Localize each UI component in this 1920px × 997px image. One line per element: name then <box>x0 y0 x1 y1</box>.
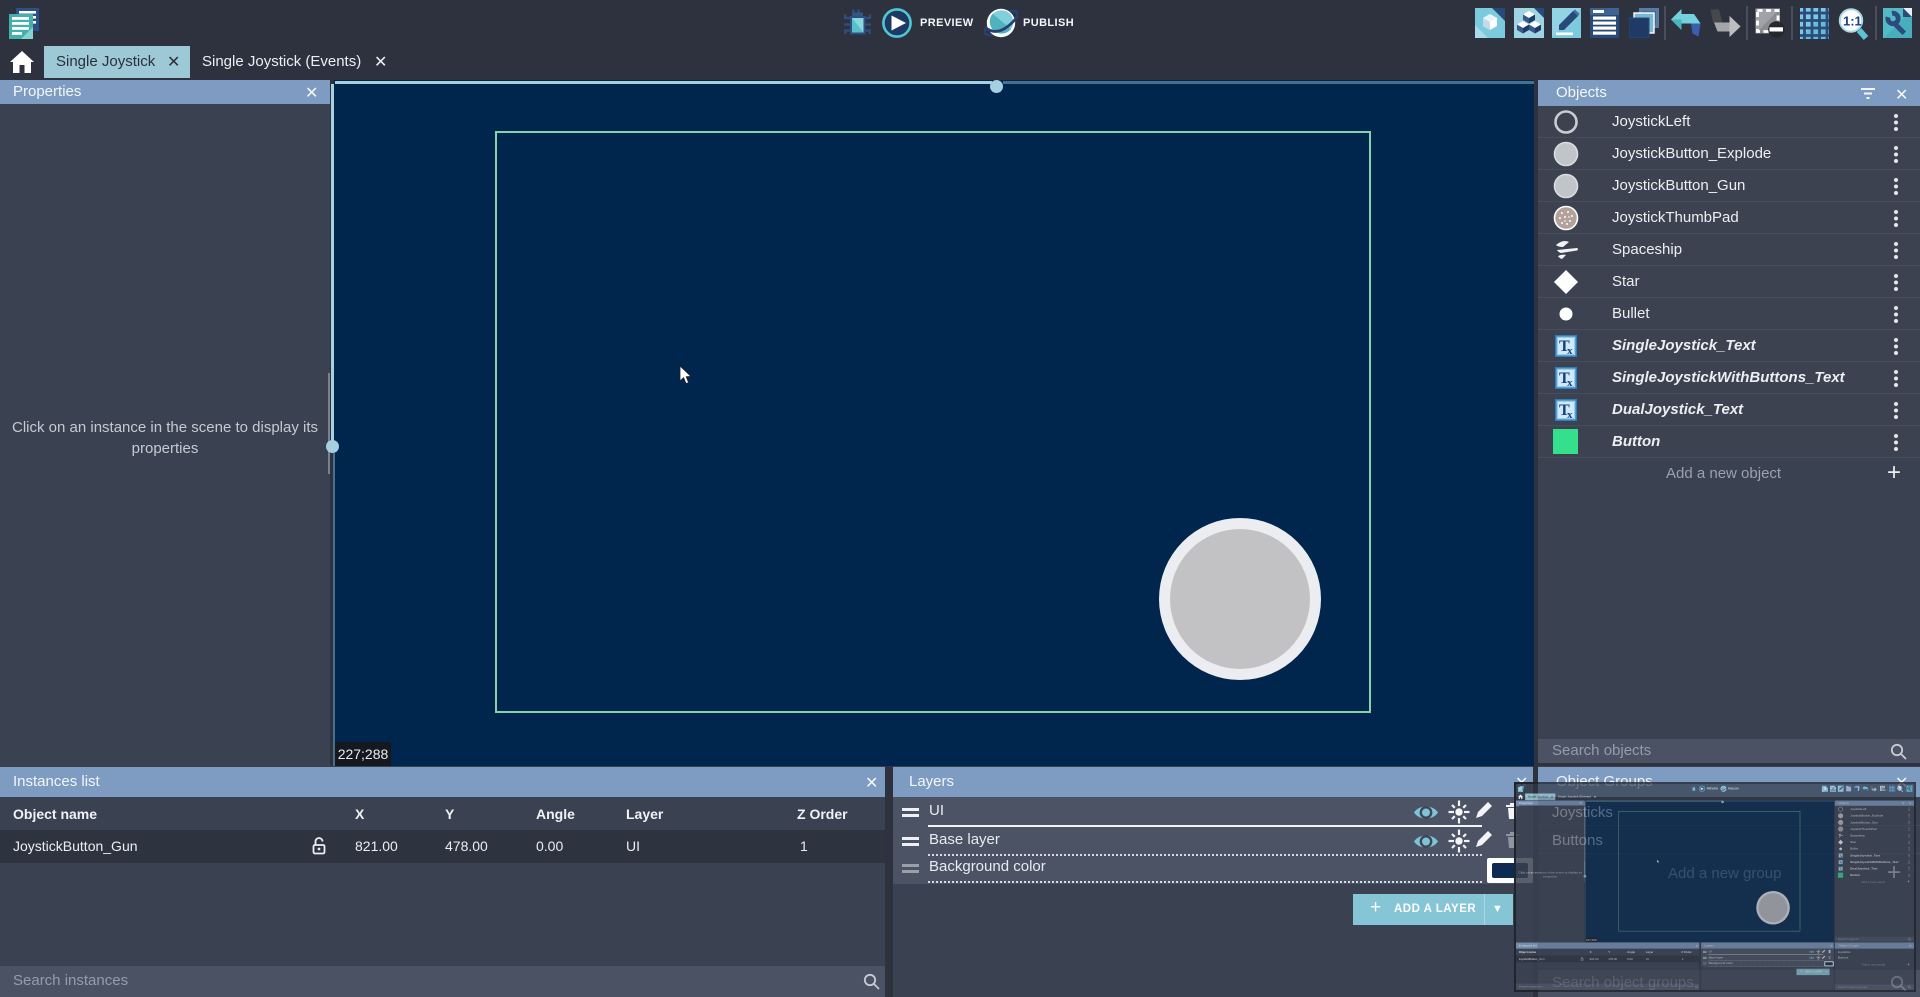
svg-text:x: x <box>1567 409 1573 421</box>
svg-text:x: x <box>1567 345 1573 357</box>
svg-text:1:1: 1:1 <box>1843 14 1862 29</box>
svg-text:x: x <box>1567 377 1573 389</box>
